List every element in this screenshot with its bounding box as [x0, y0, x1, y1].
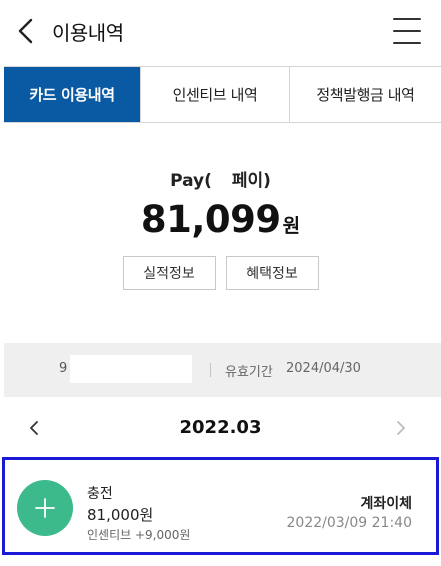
charge-icon: [17, 480, 73, 536]
tab-policy-funds[interactable]: 정책발행금 내역: [290, 67, 441, 122]
card-name-prefix: Pay(: [170, 171, 212, 191]
month-navigator: 2022.03: [0, 408, 441, 450]
tab-bar: 카드 이용내역 인센티브 내역 정책발행금 내역: [4, 66, 441, 123]
transaction-amount: 81,000원: [87, 506, 154, 524]
app-header: 이용내역: [0, 0, 441, 62]
expiry-value: 2024/04/30: [286, 361, 361, 376]
tab-card-usage[interactable]: 카드 이용내역: [4, 67, 141, 122]
transaction-incentive: 인센티브 +9,000원: [87, 528, 191, 542]
balance-display: 81,099 원: [0, 198, 441, 241]
hamburger-line: [393, 42, 421, 44]
performance-info-button[interactable]: 실적정보: [122, 256, 216, 290]
redaction-mask: [211, 173, 232, 189]
balance-amount: 81,099: [140, 198, 281, 241]
card-number: 9: [59, 361, 68, 376]
balance-unit: 원: [282, 215, 301, 237]
plus-icon: [35, 498, 55, 518]
hamburger-line: [393, 30, 421, 32]
info-button-group: 실적정보 혜택정보: [0, 256, 441, 290]
hamburger-menu-icon: [393, 18, 421, 20]
page-title: 이용내역: [52, 21, 124, 45]
transaction-datetime: 2022/03/09 21:40: [286, 515, 413, 531]
current-month: 2022.03: [179, 417, 262, 438]
tab-incentive[interactable]: 인센티브 내역: [141, 67, 290, 122]
transaction-method: 계좌이체: [360, 496, 412, 512]
menu-button[interactable]: [393, 18, 421, 44]
redaction-mask: [70, 355, 192, 383]
chevron-right-icon: [397, 421, 405, 435]
back-button[interactable]: [10, 14, 40, 48]
benefit-info-button[interactable]: 혜택정보: [225, 256, 319, 290]
card-name: Pay( 페이): [0, 166, 441, 191]
divider: [210, 363, 211, 377]
transaction-item[interactable]: 충전 81,000원 인센티브 +9,000원 계좌이체 2022/03/09 …: [2, 457, 439, 555]
card-name-suffix: 페이): [231, 171, 271, 191]
expiry-label: 유효기간: [225, 365, 273, 380]
transaction-type: 충전: [87, 486, 113, 502]
card-info-strip: 9 유효기간 2024/04/30: [4, 343, 441, 397]
chevron-left-icon: [18, 18, 33, 44]
next-month-button[interactable]: [389, 416, 413, 440]
